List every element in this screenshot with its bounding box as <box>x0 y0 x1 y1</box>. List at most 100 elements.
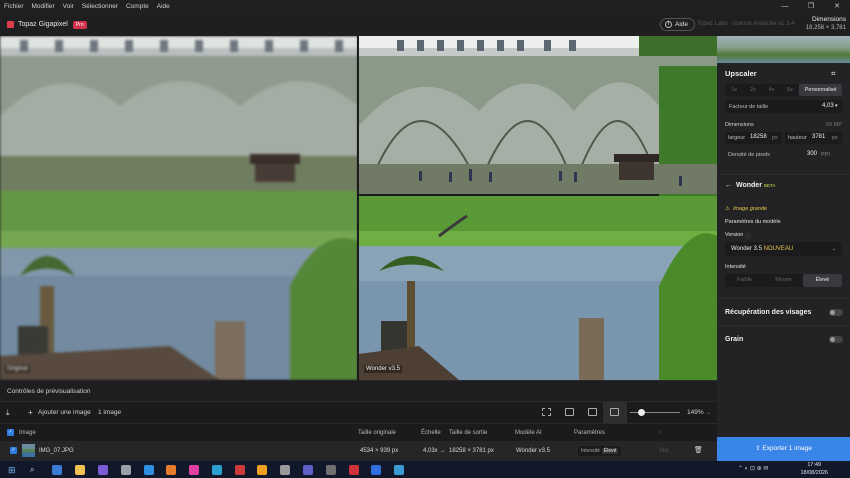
help-button[interactable]: i Aide <box>660 18 696 31</box>
crop-icon[interactable]: ⌗ <box>831 69 836 79</box>
version-dropdown[interactable]: Wonder 3.5 NOUVEAU ⌄ <box>725 242 842 256</box>
model-name: Wonder <box>736 182 762 189</box>
maximize-icon[interactable]: ❐ <box>798 0 824 13</box>
intensity-high[interactable]: Élevé <box>803 274 842 287</box>
col-image: Image <box>19 430 36 436</box>
row-filename: IMG_07.JPG <box>39 448 74 454</box>
clock-date: 18/08/2026 <box>800 469 828 476</box>
preview-area[interactable]: Original Wonder v3.5 <box>0 36 717 380</box>
preview-enhanced[interactable]: Wonder v3.5 <box>359 36 717 380</box>
system-tray[interactable]: ⌃ ◐ ⊡ ⊕ ✉ <box>738 465 768 472</box>
original-label: Original <box>5 365 30 373</box>
preview-controls-bar[interactable]: Contrôles de prévisualisation <box>0 380 717 401</box>
width-unit[interactable]: px <box>772 135 778 141</box>
zoom-value[interactable]: 149% <box>687 402 704 424</box>
taskbar-app-icon[interactable] <box>348 464 359 475</box>
navigator-thumbnail[interactable] <box>717 36 850 63</box>
row-model: Wonder v3.5 <box>516 448 550 454</box>
scale-option-custom[interactable]: Personnalisé <box>799 84 843 96</box>
menu-voir[interactable]: Voir <box>59 3 78 10</box>
height-value[interactable]: 3781 <box>812 134 825 140</box>
dimensions-title: Dimensions <box>812 16 846 23</box>
scale-option-1x[interactable]: 1x <box>725 84 744 96</box>
taskbar-app-icon[interactable] <box>211 464 222 475</box>
taskbar-app-icon[interactable] <box>257 464 268 475</box>
taskbar-app-icon[interactable] <box>166 464 177 475</box>
taskbar-app-icon[interactable] <box>189 464 200 475</box>
taskbar-app-icon[interactable] <box>394 464 405 475</box>
scale-option-6x[interactable]: 6x <box>781 84 800 96</box>
model-title: Wonder BETA <box>736 182 775 189</box>
split-view-icon[interactable] <box>588 408 597 416</box>
taskbar-app-icon[interactable] <box>143 464 154 475</box>
clock[interactable]: 17:49 18/08/2026 <box>800 462 828 477</box>
density-unit[interactable]: PPI <box>821 152 830 158</box>
enhanced-image <box>359 36 717 380</box>
settings-panel: Upscaler ⌗ 1x 2x 4x 6x Personnalisé Fact… <box>717 36 850 461</box>
taskbar-app-icon[interactable] <box>75 464 86 475</box>
chevron-down-icon[interactable]: ⌄ <box>706 402 711 424</box>
queue-toolbar: ⤓ + Ajouter une image 1 image 149% ⌄ <box>0 401 717 424</box>
height-unit[interactable]: px <box>832 135 838 141</box>
scale-selector: 1x 2x 4x 6x Personnalisé <box>725 84 843 96</box>
back-arrow-icon[interactable]: ← <box>725 182 732 189</box>
menu-modifier[interactable]: Modifier <box>28 3 59 10</box>
original-image <box>0 36 358 380</box>
face-recovery-toggle[interactable] <box>829 309 843 316</box>
factor-value[interactable]: 4,03 <box>822 103 834 109</box>
version-value: Wonder 3.5 <box>731 246 762 252</box>
density-label: Densité de pixels <box>728 152 770 158</box>
preview-controls-label: Contrôles de prévisualisation <box>7 388 91 395</box>
menu-aide[interactable]: Aide <box>153 3 174 10</box>
add-image-button[interactable]: Ajouter une image <box>38 402 91 424</box>
version-chevron-icon: ⌄ <box>831 246 836 252</box>
taskbar-app-icon[interactable] <box>302 464 313 475</box>
factor-chevron-icon[interactable]: ▾ <box>835 103 838 109</box>
grain-toggle[interactable] <box>829 336 843 343</box>
row-checkbox[interactable]: ✓ <box>10 447 17 454</box>
logo-icon <box>7 21 14 28</box>
dimensions-label: Dimensions <box>725 122 754 128</box>
licence-text: Topaz Labs · licence Avancée <box>697 21 777 27</box>
width-value[interactable]: 18258 <box>750 134 767 140</box>
taskbar-app-icon[interactable] <box>325 464 336 475</box>
fit-icon[interactable] <box>542 408 551 416</box>
param-value: Élevé <box>601 448 619 454</box>
taskbar-app-icon[interactable] <box>234 464 245 475</box>
export-button[interactable]: ⇪ Exporter 1 image <box>717 437 850 461</box>
col-original-size: Taille originale <box>358 430 397 436</box>
menu-selectionner[interactable]: Sélectionner <box>78 3 122 10</box>
trash-icon[interactable]: 🗑 <box>694 441 703 461</box>
taskbar-app-icon[interactable] <box>52 464 63 475</box>
row-extra: Niv. <box>660 448 670 454</box>
taskbar-app-icon[interactable] <box>371 464 382 475</box>
density-value[interactable]: 300 <box>807 151 817 157</box>
preview-original[interactable]: Original <box>0 36 358 380</box>
panel-divider <box>717 325 850 326</box>
enhanced-label: Wonder v3.5 <box>364 365 402 373</box>
minimize-icon[interactable]: — <box>772 0 798 13</box>
intensity-medium[interactable]: Moyen <box>764 274 803 287</box>
scale-option-2x[interactable]: 2x <box>744 84 763 96</box>
taskbar-app-icon[interactable] <box>120 464 131 475</box>
app-name: Topaz Gigapixel <box>18 21 68 28</box>
single-view-icon[interactable] <box>565 408 574 416</box>
import-icon[interactable]: ⤓ <box>6 402 10 424</box>
scale-option-4x[interactable]: 4x <box>762 84 781 96</box>
windows-start-icon[interactable]: ⊞ <box>8 465 18 475</box>
version-info-icon[interactable]: ⓘ <box>745 232 751 240</box>
image-count: 1 image <box>98 409 122 416</box>
taskbar-app-icon[interactable] <box>280 464 291 475</box>
menu-bar: Fichier Modifier Voir Sélectionner Compt… <box>0 0 850 13</box>
search-icon[interactable]: ⌕ <box>30 465 40 475</box>
close-icon[interactable]: ✕ <box>824 0 850 13</box>
table-row[interactable]: ✓ IMG_07.JPG 4534 × 939 px 4,03x → 18258… <box>0 441 717 461</box>
menu-compte[interactable]: Compte <box>122 3 153 10</box>
export-label: Exporter 1 image <box>762 445 812 452</box>
select-all-checkbox[interactable]: ✓ <box>7 429 14 436</box>
taskbar-app-icon[interactable] <box>97 464 108 475</box>
intensity-low[interactable]: Faible <box>725 274 764 287</box>
menu-fichier[interactable]: Fichier <box>0 3 28 10</box>
add-icon[interactable]: + <box>28 402 33 424</box>
zoom-slider-handle[interactable] <box>638 409 645 416</box>
